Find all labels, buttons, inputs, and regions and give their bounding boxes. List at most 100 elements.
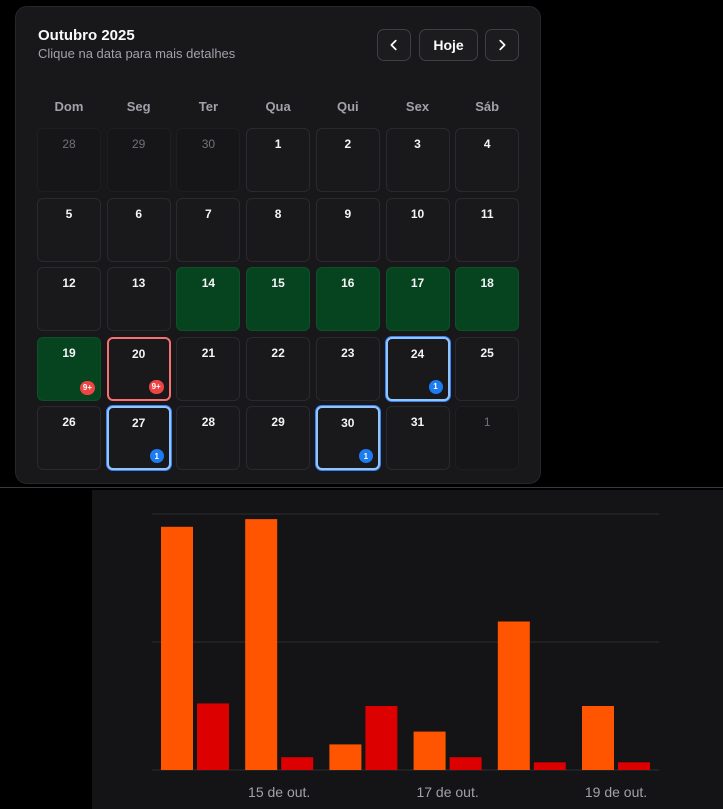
calendar-day[interactable]: 6 xyxy=(106,197,171,262)
calendar-day[interactable]: 30 1 xyxy=(315,406,380,471)
bar-secondary-2[interactable] xyxy=(365,706,398,770)
day-number: 17 xyxy=(410,276,425,291)
day-number: 30 xyxy=(341,416,355,431)
calendar-day[interactable]: 5 xyxy=(37,197,101,262)
calendar-day[interactable]: 29 xyxy=(246,406,311,471)
calendar-day[interactable]: 25 xyxy=(455,336,520,401)
x-tick-label: 19 de out. xyxy=(585,784,647,800)
day-number: 27 xyxy=(132,416,146,431)
bar-primary-0[interactable] xyxy=(161,526,193,770)
calendar-day[interactable]: 26 xyxy=(37,406,101,471)
day-number: 11 xyxy=(480,206,494,221)
calendar-day[interactable]: 11 xyxy=(455,197,520,262)
calendar-day[interactable]: 19 9+ xyxy=(37,336,101,401)
calendar-day[interactable]: 8 xyxy=(246,197,311,262)
calendar-day[interactable]: 9 xyxy=(315,197,380,262)
calendar-day[interactable]: 27 1 xyxy=(106,406,171,471)
event-count-badge: 1 xyxy=(428,379,443,394)
bar-primary-4[interactable] xyxy=(497,621,530,770)
calendar-day[interactable]: 15 xyxy=(246,267,311,332)
calendar-day[interactable]: 7 xyxy=(176,197,241,262)
day-number: 7 xyxy=(205,206,212,221)
calendar-day[interactable]: 21 xyxy=(176,336,241,401)
calendar-day[interactable]: 1 xyxy=(455,406,520,471)
calendar-day[interactable]: 20 9+ xyxy=(106,336,171,401)
day-number: 29 xyxy=(271,415,285,430)
calendar-day[interactable]: 30 xyxy=(176,128,241,192)
bar-chart: 15 de out. 17 de out. 19 de out. xyxy=(152,513,659,800)
calendar-day[interactable]: 23 xyxy=(315,336,380,401)
day-number: 6 xyxy=(135,206,143,221)
calendar-day[interactable]: 22 xyxy=(246,336,311,401)
weekday-label: Dom xyxy=(54,99,84,114)
bar-primary-2[interactable] xyxy=(329,744,362,770)
calendar-day[interactable]: 4 xyxy=(455,128,520,192)
calendar-day[interactable]: 29 xyxy=(106,128,171,192)
day-number: 28 xyxy=(62,137,76,151)
day-number: 12 xyxy=(62,276,76,291)
calendar-day[interactable]: 1 xyxy=(246,128,311,192)
next-month-button[interactable] xyxy=(485,29,519,61)
event-count-badge: 9+ xyxy=(79,380,95,395)
x-tick-label: 17 de out. xyxy=(416,784,478,800)
calendar-day[interactable]: 2 xyxy=(315,128,380,192)
calendar-day[interactable]: 12 xyxy=(37,267,101,332)
day-number: 14 xyxy=(201,276,216,291)
event-count-badge: 9+ xyxy=(148,379,164,394)
weekday-label: Qua xyxy=(265,99,291,114)
day-number: 31 xyxy=(410,415,425,430)
calendar-card: Outubro 2025 Clique na data para mais de… xyxy=(15,6,541,484)
bar-primary-5[interactable] xyxy=(582,706,614,770)
day-number: 29 xyxy=(132,137,146,151)
day-number: 23 xyxy=(341,345,355,360)
day-number: 4 xyxy=(483,137,491,151)
calendar-title: Outubro 2025 xyxy=(38,27,135,44)
calendar-day[interactable]: 10 xyxy=(385,197,450,262)
weekday-label: Qui xyxy=(336,99,359,114)
bar-secondary-1[interactable] xyxy=(281,757,314,770)
weekday-label: Seg xyxy=(126,99,151,114)
chevron-right-icon xyxy=(499,39,506,51)
day-number: 19 xyxy=(62,345,76,360)
calendar-day[interactable]: 17 xyxy=(385,267,450,332)
day-number: 1 xyxy=(483,415,491,430)
weekday-label: Ter xyxy=(198,99,219,114)
calendar-day[interactable]: 13 xyxy=(106,267,171,332)
calendar-subtitle: Clique na data para mais detalhes xyxy=(38,46,236,61)
day-number: 2 xyxy=(344,137,352,151)
today-button[interactable]: Hoje xyxy=(419,29,478,61)
day-number: 30 xyxy=(201,137,216,151)
day-number: 3 xyxy=(414,137,421,151)
day-number: 24 xyxy=(410,346,425,361)
day-number: 26 xyxy=(62,415,76,430)
calendar-day[interactable]: 14 xyxy=(176,267,241,332)
calendar-day[interactable]: 24 1 xyxy=(385,336,450,401)
section-divider xyxy=(0,487,723,488)
bar-secondary-4[interactable] xyxy=(533,762,566,770)
day-number: 16 xyxy=(341,276,355,291)
calendar-day[interactable]: 31 xyxy=(385,406,450,471)
calendar-day[interactable]: 28 xyxy=(176,406,241,471)
calendar-day[interactable]: 18 xyxy=(455,267,520,332)
day-number: 1 xyxy=(274,137,282,151)
calendar-day[interactable]: 28 xyxy=(37,128,101,192)
calendar-day[interactable]: 16 xyxy=(315,267,380,332)
day-number: 8 xyxy=(274,206,282,221)
event-count-badge: 1 xyxy=(149,449,164,464)
previous-month-button[interactable] xyxy=(377,29,411,61)
day-number: 18 xyxy=(480,276,494,291)
day-number: 22 xyxy=(271,345,285,360)
bar-primary-1[interactable] xyxy=(245,519,278,770)
day-number: 28 xyxy=(201,415,216,430)
weekday-label: Sáb xyxy=(475,99,500,114)
weekday-label: Sex xyxy=(405,99,430,114)
bar-secondary-5[interactable] xyxy=(618,762,650,770)
bar-primary-3[interactable] xyxy=(413,731,446,770)
event-count-badge: 1 xyxy=(358,449,373,464)
bar-secondary-3[interactable] xyxy=(449,757,482,770)
calendar-day[interactable]: 3 xyxy=(385,128,450,192)
day-number: 15 xyxy=(271,276,285,291)
bar-secondary-0[interactable] xyxy=(197,703,229,770)
day-number: 10 xyxy=(410,206,425,221)
day-number: 21 xyxy=(201,345,216,360)
